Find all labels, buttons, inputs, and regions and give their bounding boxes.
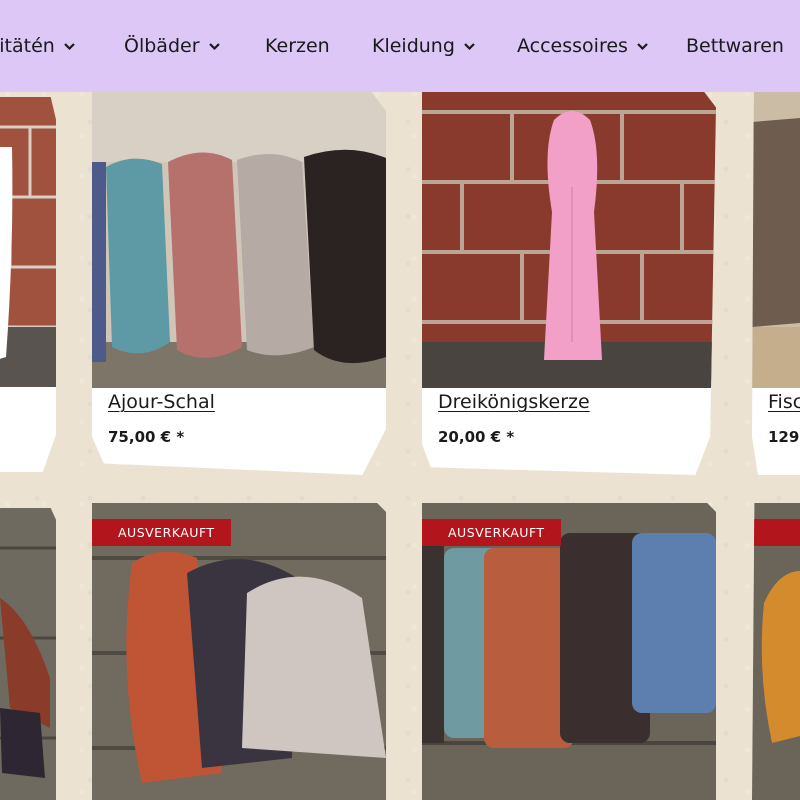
product-card[interactable] xyxy=(0,508,56,800)
chevron-down-icon xyxy=(637,42,648,50)
chevron-down-icon xyxy=(208,42,220,50)
product-image xyxy=(422,503,716,800)
product-card[interactable] xyxy=(0,97,56,472)
product-card[interactable] xyxy=(752,503,800,800)
product-image xyxy=(752,503,800,800)
product-card[interactable]: AUSVERKAUFT xyxy=(422,503,716,800)
nav-item-label: Kerzen xyxy=(265,35,330,57)
nav-item-label: litätén xyxy=(0,35,55,57)
nav-item-accessories[interactable]: Accessoires xyxy=(517,31,649,61)
nav-item-clothing[interactable]: Kleidung xyxy=(372,31,476,61)
product-card[interactable]: Dreikönigskerze 20,00 € * xyxy=(422,92,716,475)
product-card[interactable]: AUSVERKAUFT xyxy=(92,503,386,800)
product-title[interactable]: Fisc xyxy=(768,391,800,413)
product-image xyxy=(0,97,56,387)
chevron-down-icon xyxy=(464,42,475,50)
product-image xyxy=(752,92,800,388)
sold-out-badge: AUSVERKAUFT xyxy=(422,519,561,546)
nav-item-bedding[interactable]: Bettwaren xyxy=(686,31,784,61)
product-image xyxy=(92,503,386,800)
nav-item-label: Bettwaren xyxy=(686,35,784,57)
product-title[interactable]: Ajour-Schal xyxy=(108,391,215,413)
product-image xyxy=(92,92,386,388)
product-image xyxy=(0,508,56,800)
nav-item-candles[interactable]: Kerzen xyxy=(265,31,330,61)
nav-item-label: Kleidung xyxy=(372,35,455,57)
main-navigation: litätén Ölbäder Kerzen Kleidung Accessoi… xyxy=(0,0,800,92)
product-title[interactable]: Dreikönigskerze xyxy=(438,391,590,413)
nav-item-label: Accessoires xyxy=(517,35,628,57)
product-price: 129,0 xyxy=(768,428,800,446)
sold-out-badge xyxy=(752,519,800,546)
product-card[interactable]: Fisc 129,0 xyxy=(752,92,800,475)
product-card[interactable]: Ajour-Schal 75,00 € * xyxy=(92,92,386,475)
nav-item-label: Ölbäder xyxy=(124,35,200,57)
product-price: 75,00 € * xyxy=(108,428,185,446)
sold-out-badge: AUSVERKAUFT xyxy=(92,519,231,546)
product-price: 20,00 € * xyxy=(438,428,515,446)
nav-item-specialties[interactable]: litätén xyxy=(0,31,76,61)
nav-item-oil-baths[interactable]: Ölbäder xyxy=(124,31,221,61)
chevron-down-icon xyxy=(64,42,75,50)
product-image xyxy=(422,92,716,388)
